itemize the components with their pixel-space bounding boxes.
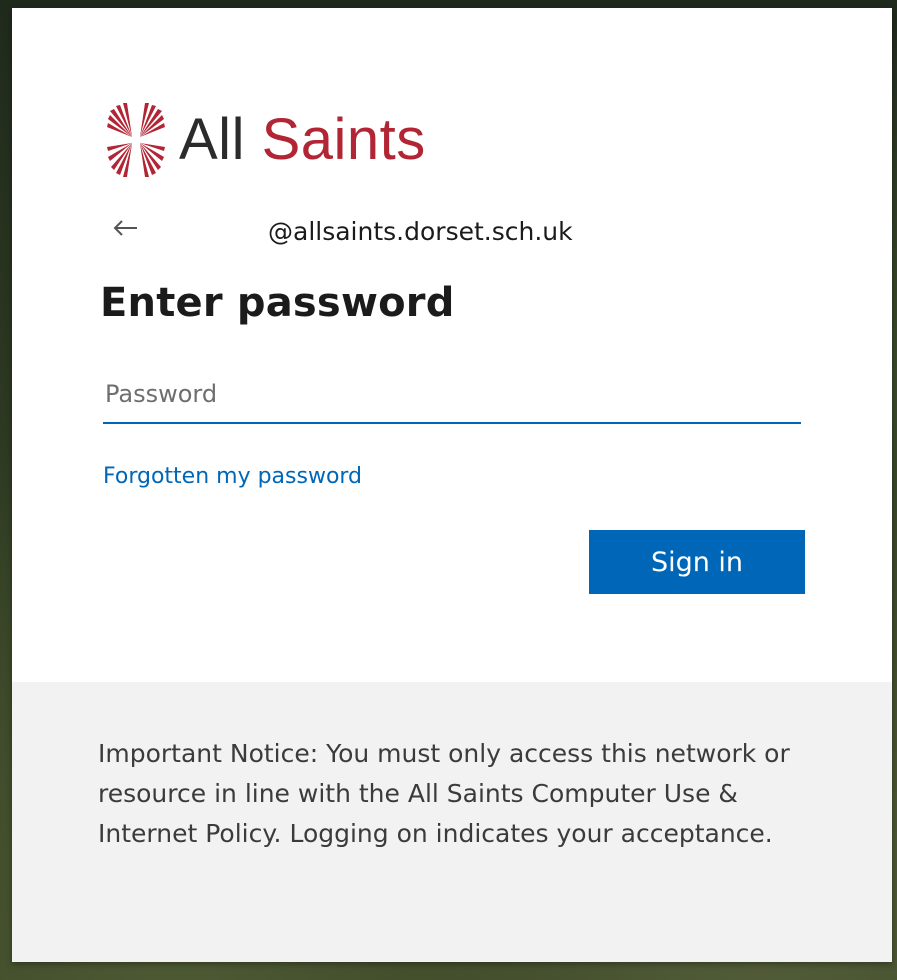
sunburst-cross-logo-icon bbox=[107, 103, 165, 177]
brand-name-part1: All bbox=[179, 107, 245, 172]
account-email: @allsaints.dorset.sch.uk bbox=[268, 217, 573, 246]
sign-in-button[interactable]: Sign in bbox=[589, 530, 805, 594]
notice-panel: Important Notice: You must only access t… bbox=[12, 682, 892, 962]
brand-name: All Saints bbox=[179, 111, 426, 169]
password-input[interactable] bbox=[103, 366, 801, 424]
page-title: Enter password bbox=[100, 280, 455, 326]
brand-logo: All Saints bbox=[107, 100, 426, 180]
account-identity: @allsaints.dorset.sch.uk bbox=[108, 208, 573, 248]
brand-name-part2: Saints bbox=[261, 107, 426, 172]
important-notice-text: Important Notice: You must only access t… bbox=[98, 739, 790, 848]
arrow-left-icon bbox=[113, 220, 137, 236]
back-button[interactable] bbox=[108, 211, 142, 245]
forgot-password-link[interactable]: Forgotten my password bbox=[103, 464, 362, 489]
sign-in-card: All Saints @allsaints.dorset.sch.uk Ente… bbox=[12, 8, 892, 962]
